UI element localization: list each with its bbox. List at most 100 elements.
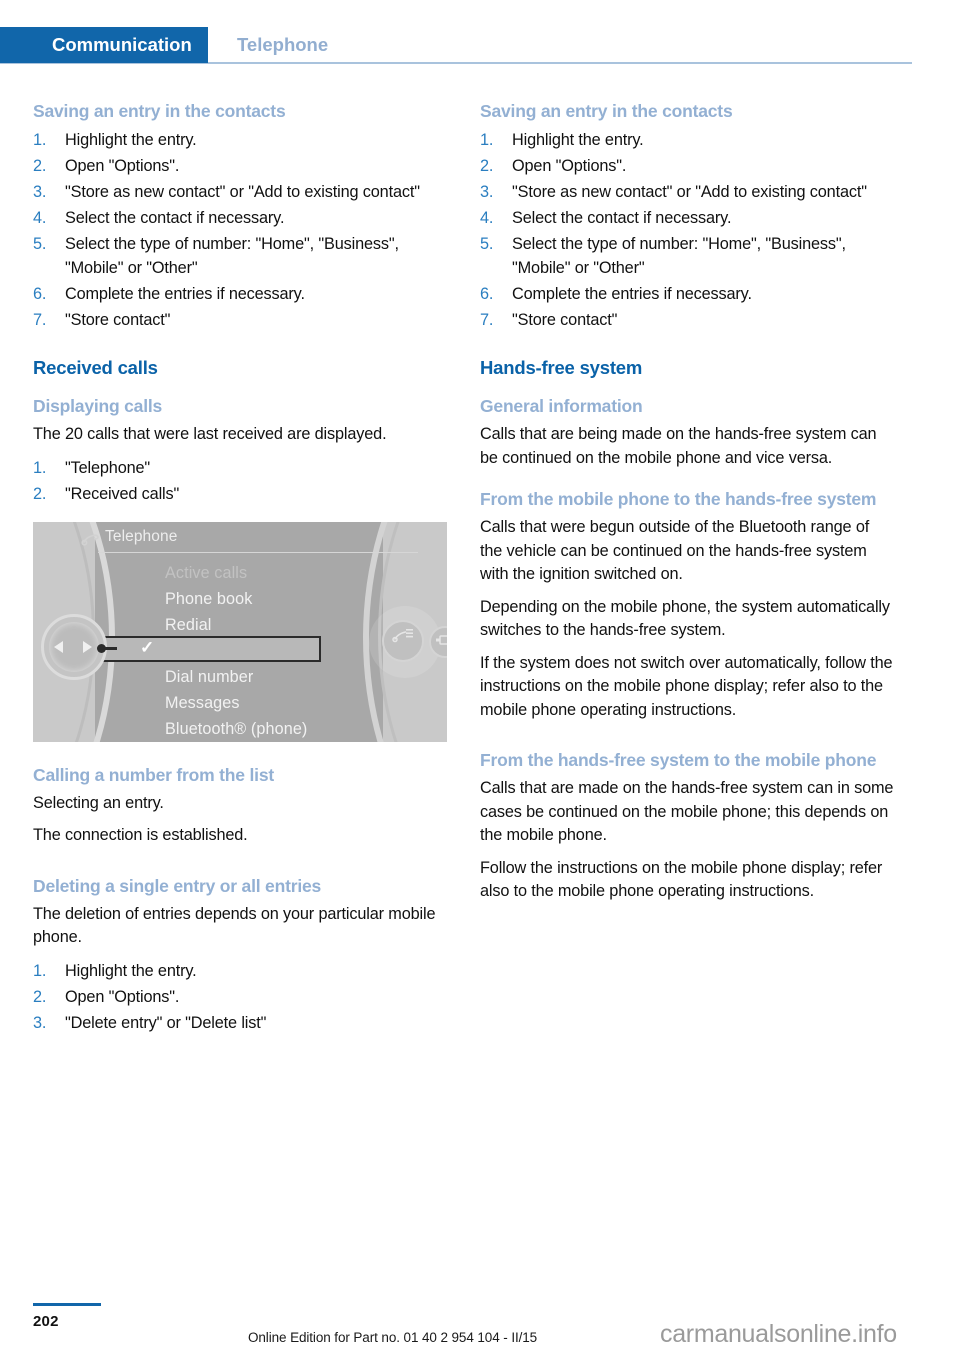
text-from-mobile-p3: If the system does not switch over autom… xyxy=(480,653,893,719)
step-number: 6. xyxy=(33,285,47,303)
step-text: "Store as new contact" or "Add to existi… xyxy=(512,183,867,201)
list-item: 2. Open "Options". xyxy=(33,985,447,1009)
list-item: 2. Open "Options". xyxy=(33,154,447,178)
figure-title: Telephone xyxy=(105,527,178,545)
list-item: 4. Select the contact if necessary. xyxy=(480,206,894,230)
text-calling-p2: The connection is established. xyxy=(33,826,248,844)
list-item: 6. Complete the entries if necessary. xyxy=(480,282,894,306)
text-displaying-calls: The 20 calls that were last received are… xyxy=(33,425,387,443)
menu-item-phone-book[interactable]: Phone book xyxy=(33,586,447,612)
text-from-handsfree-p2: Follow the instructions on the mobile ph… xyxy=(480,858,883,901)
step-text: "Store contact" xyxy=(65,311,171,329)
step-number: 2. xyxy=(33,484,47,503)
step-number: 3. xyxy=(480,183,494,201)
list-item: 4. Select the contact if necessary. xyxy=(33,206,447,230)
text-from-mobile-p2: Depending on the mobile phone, the syste… xyxy=(480,597,890,640)
step-text: Complete the entries if necessary. xyxy=(65,285,305,303)
step-number: 1. xyxy=(480,131,494,149)
heading-saving-entry-right: Saving an entry in the contacts xyxy=(480,101,733,121)
heading-from-handsfree-to-mobile: From the hands-free system to the mobile… xyxy=(480,750,877,770)
list-item: 5. Select the type of number: "Home", "Bu… xyxy=(480,232,894,280)
idrive-telephone-menu-figure: Telephone Active calls Phone book Redial… xyxy=(33,521,447,742)
step-text: "Store as new contact" or "Add to existi… xyxy=(65,183,420,201)
step-number: 4. xyxy=(480,209,494,227)
steps-displaying-calls: 1. "Telephone" 2. "Received calls" xyxy=(33,456,447,506)
heading-displaying-calls: Displaying calls xyxy=(33,396,163,416)
list-item: 1. Highlight the entry. xyxy=(33,128,447,152)
step-number: 2. xyxy=(33,987,47,1006)
page-body: Saving an entry in the contacts 1. Highli… xyxy=(0,0,960,1362)
left-column: Saving an entry in the contacts 1. Highli… xyxy=(33,100,447,1041)
list-item: 3. "Store as new contact" or "Add to exis… xyxy=(33,180,447,204)
watermark: carmanualsonline.info xyxy=(660,1320,897,1348)
menu-item-active-calls[interactable]: Active calls xyxy=(33,560,447,586)
step-text: Highlight the entry. xyxy=(65,131,197,149)
step-number: 1. xyxy=(33,961,47,980)
text-calling-p1: Selecting an entry. xyxy=(33,793,164,812)
list-item: 1. Highlight the entry. xyxy=(480,128,894,152)
step-number: 2. xyxy=(33,157,47,175)
list-item: 2. "Received calls" xyxy=(33,482,447,506)
steps-saving-entry-right: 1. Highlight the entry. 2. Open "Options".… xyxy=(480,128,894,332)
heading-from-mobile-to-handsfree: From the mobile phone to the hands-free … xyxy=(480,489,877,509)
footer-divider xyxy=(33,1303,101,1306)
step-number: 3. xyxy=(33,1013,47,1032)
menu-item-messages[interactable]: Messages xyxy=(33,690,447,716)
list-item: 3. "Delete entry" or "Delete list" xyxy=(33,1011,447,1035)
phone-handset-icon xyxy=(81,529,101,547)
page-number: 202 xyxy=(33,1313,59,1330)
step-text: "Delete entry" or "Delete list" xyxy=(65,1013,267,1032)
text-deleting: The deletion of entries depends on your … xyxy=(33,904,436,947)
step-number: 6. xyxy=(480,285,494,303)
step-text: Open "Options". xyxy=(65,157,180,175)
step-number: 5. xyxy=(33,235,47,253)
step-number: 5. xyxy=(480,235,494,253)
list-item: 1. "Telephone" xyxy=(33,456,447,480)
step-text: Select the contact if necessary. xyxy=(512,209,732,227)
step-text: Open "Options". xyxy=(512,157,627,175)
step-number: 7. xyxy=(480,311,494,329)
right-column: Saving an entry in the contacts 1. Highli… xyxy=(480,100,894,913)
step-number: 1. xyxy=(33,458,47,477)
heading-general-information: General information xyxy=(480,396,643,416)
steps-saving-entry-left: 1. Highlight the entry. 2. Open "Options".… xyxy=(33,128,447,332)
step-text: "Received calls" xyxy=(65,484,180,503)
list-item: 5. Select the type of number: "Home", "Bu… xyxy=(33,232,447,280)
heading-deleting-entries: Deleting a single entry or all entries xyxy=(33,875,322,896)
menu-selection-highlight xyxy=(101,635,321,662)
list-item: 1. Highlight the entry. xyxy=(33,959,447,983)
heading-saving-entry-left: Saving an entry in the contacts xyxy=(33,101,286,121)
step-text: "Store contact" xyxy=(512,311,618,329)
heading-calling-number: Calling a number from the list xyxy=(33,764,274,785)
menu-item-bluetooth-phone[interactable]: Bluetooth® (phone) xyxy=(33,716,447,742)
step-number: 7. xyxy=(33,311,47,329)
checkmark-icon: ✓ xyxy=(140,637,155,657)
phone-menu-button-icon[interactable] xyxy=(382,619,424,662)
text-from-handsfree-p1: Calls that are made on the hands-free sy… xyxy=(480,779,894,844)
text-general-information: Calls that are being made on the hands-f… xyxy=(480,425,877,467)
step-text: Highlight the entry. xyxy=(512,131,644,149)
list-item: 7. "Store contact" xyxy=(480,308,894,332)
list-item: 3. "Store as new contact" or "Add to exis… xyxy=(480,180,894,204)
chevron-left-icon xyxy=(54,640,63,653)
step-text: Select the type of number: "Home", "Busi… xyxy=(65,235,399,277)
step-number: 1. xyxy=(33,131,47,149)
step-number: 4. xyxy=(33,209,47,227)
list-item: 6. Complete the entries if necessary. xyxy=(33,282,447,306)
step-text: "Telephone" xyxy=(65,458,151,477)
heading-hands-free-system: Hands-free system xyxy=(480,357,643,378)
figure-title-divider xyxy=(98,551,418,553)
list-item: 2. Open "Options". xyxy=(480,154,894,178)
step-text: Select the type of number: "Home", "Busi… xyxy=(512,235,846,277)
footer-edition-note: Online Edition for Part no. 01 40 2 954 … xyxy=(248,1330,538,1345)
callout-dot xyxy=(97,643,106,653)
step-text: Complete the entries if necessary. xyxy=(512,285,752,303)
step-text: Highlight the entry. xyxy=(65,961,197,980)
